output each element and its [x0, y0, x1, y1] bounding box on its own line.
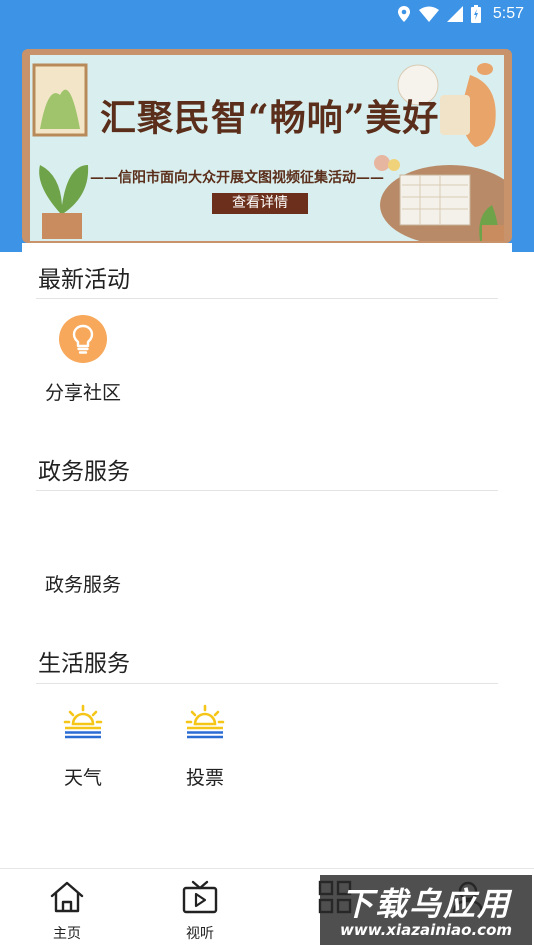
vote-label[interactable]: 投票 [155, 763, 255, 790]
section-divider [36, 298, 498, 299]
nav-item-audio-video[interactable]: 视听 [150, 869, 250, 950]
share-community-button[interactable] [59, 315, 107, 367]
promo-banner[interactable]: 汇聚民智“畅响”美好 ——信阳市面向大众开展文图视频征集活动—— 查看详情 [22, 49, 512, 243]
location-icon [397, 6, 410, 22]
signal-icon [446, 6, 463, 22]
government-services-item[interactable]: 政务服务 [33, 570, 133, 597]
section-title-government-services: 政务服务 [38, 459, 130, 485]
weather-label[interactable]: 天气 [33, 763, 133, 790]
banner-title: 汇聚民智“畅响”美好 [100, 97, 440, 139]
nav-label-audio-video: 视听 [186, 926, 214, 942]
wifi-icon [418, 6, 439, 22]
watermark-title: 下载乌应用 [340, 885, 511, 923]
status-time: 5:57 [492, 5, 524, 22]
view-details-button[interactable]: 查看详情 [212, 193, 308, 214]
tv-play-icon [182, 880, 218, 914]
sunrise-icon [63, 704, 103, 739]
section-divider [36, 683, 498, 684]
lightbulb-icon [59, 315, 107, 363]
sunrise-icon [185, 704, 225, 739]
banner-panel: 汇聚民智“畅响”美好 ——信阳市面向大众开展文图视频征集活动—— 查看详情 [30, 55, 504, 241]
nav-label-home: 主页 [53, 926, 81, 942]
section-title-latest-activities: 最新活动 [38, 267, 130, 293]
vote-button[interactable] [185, 704, 225, 744]
status-bar: 5:57 [0, 0, 534, 28]
share-community-label[interactable]: 分享社区 [33, 378, 133, 405]
watermark-url: www.xiazainiao.com [339, 921, 513, 939]
weather-button[interactable] [63, 704, 103, 744]
battery-icon [470, 5, 481, 23]
watermark: 下载乌应用 www.xiazainiao.com [320, 875, 532, 945]
nav-item-home[interactable]: 主页 [17, 869, 117, 950]
section-divider [36, 490, 498, 491]
banner-subtitle: ——信阳市面向大众开展文图视频征集活动—— [90, 170, 384, 186]
section-title-life-services: 生活服务 [38, 651, 130, 677]
home-icon [50, 881, 84, 913]
